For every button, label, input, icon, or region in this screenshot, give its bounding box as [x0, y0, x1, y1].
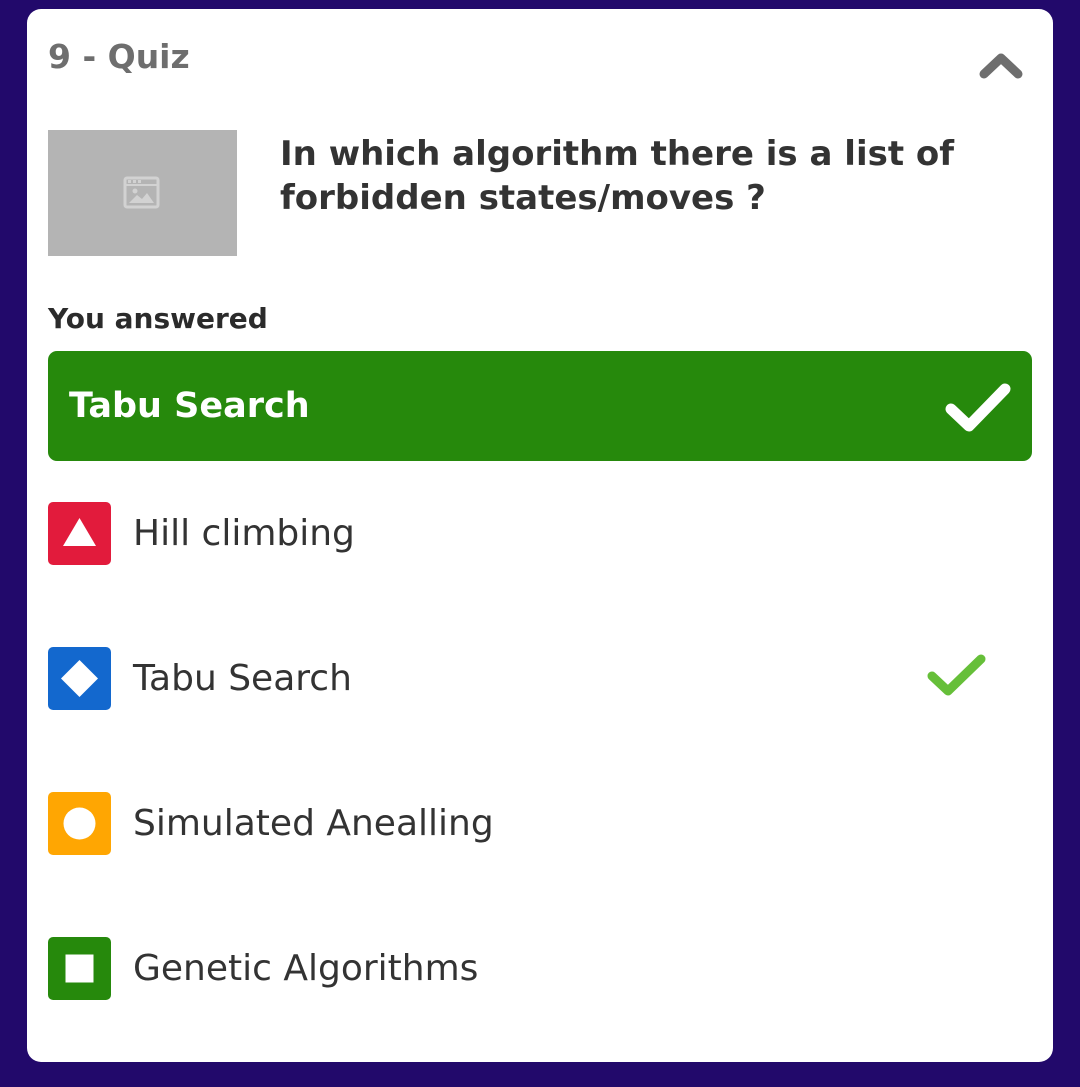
check-icon — [944, 381, 1012, 439]
collapse-button[interactable] — [979, 47, 1023, 83]
diamond-icon — [61, 660, 98, 697]
option-simulated-annealing: Simulated Anealling — [48, 792, 1008, 856]
check-icon — [926, 651, 988, 705]
question-row: In which algorithm there is a list of fo… — [48, 130, 1029, 256]
option-label: Simulated Anealling — [133, 803, 494, 844]
quiz-header: 9 - Quiz — [48, 37, 1029, 93]
option-hill-climbing: Hill climbing — [48, 502, 1008, 566]
your-answer-banner: Tabu Search — [48, 351, 1032, 461]
option-badge-red — [48, 502, 111, 565]
square-icon — [65, 954, 94, 983]
triangle-icon — [63, 518, 96, 546]
quiz-title: 9 - Quiz — [48, 37, 190, 76]
option-label: Genetic Algorithms — [133, 948, 479, 989]
quiz-card: 9 - Quiz In which algorithm there is a l… — [27, 9, 1053, 1062]
your-answer-text: Tabu Search — [69, 386, 310, 426]
answered-label: You answered — [48, 302, 268, 335]
question-image — [48, 130, 237, 256]
chevron-up-icon — [979, 53, 1023, 79]
image-placeholder-icon — [123, 176, 160, 209]
option-genetic-algorithms: Genetic Algorithms — [48, 937, 1008, 1001]
circle-icon — [63, 807, 96, 840]
option-label: Hill climbing — [133, 513, 355, 554]
option-badge-green — [48, 937, 111, 1000]
question-text: In which algorithm there is a list of fo… — [280, 134, 955, 218]
option-badge-yellow — [48, 792, 111, 855]
option-badge-blue — [48, 647, 111, 710]
option-label: Tabu Search — [133, 658, 352, 699]
option-tabu-search: Tabu Search — [48, 647, 1008, 711]
